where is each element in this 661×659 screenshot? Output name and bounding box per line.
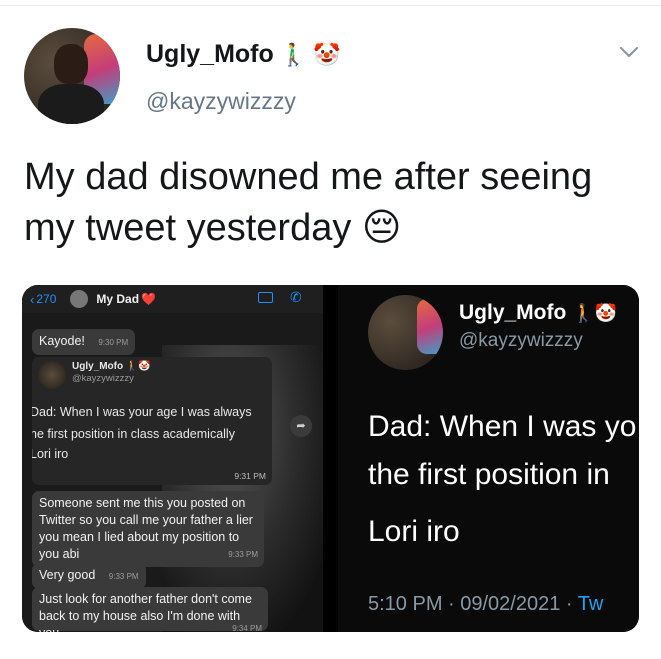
tweet-line-2-text: my tweet yesterday [24,207,352,249]
message-time: 9:33 PM [228,550,258,559]
chat-message: Kayode! 9:30 PM [32,329,136,355]
quoted-line-2: he first position in class academically [32,427,235,441]
heart-icon: ❤️ [141,292,157,306]
user-handle[interactable]: @kayzywizzzy [146,88,296,115]
video-call-icon [258,292,273,303]
message-text: Just look for another father don't come … [39,592,252,632]
screenshot-handle: @kayzywizzzy [459,330,583,351]
quoted-name-text: Ugly_Mofo [72,361,124,372]
quoted-handle: @kayzywizzzy [72,373,134,384]
tweet-text: My dad disowned me after seeing my tweet… [24,152,644,254]
tweet-line-1: My dad disowned me after seeing [24,156,593,198]
display-name-text: Ugly_Mofo [146,40,274,68]
quoted-name-emojis: 🚶🤡 [125,361,151,372]
contact-name: My Dad [96,292,140,306]
chevron-down-icon[interactable] [618,44,640,60]
name-emojis: 🚶‍♂️ 🤡 [279,41,341,67]
tweet-line-2: my tweet yesterday 😔 [24,203,644,254]
quoted-line-3: Lori iro [32,447,69,461]
quoted-time: 9:31 PM [234,471,266,481]
screenshot-meta: 5:10 PM · 09/02/2021 · Tw [368,593,603,616]
screenshot-tweet-text: Dad: When I was yo the first position in [368,403,639,499]
message-time: 9:33 PM [108,572,139,581]
back-count: 270 [36,292,57,306]
quoted-text: Dad: When I was your age I was always he… [32,401,270,445]
display-name[interactable]: Ugly_Mofo 🚶‍♂️ 🤡 [146,40,341,69]
screenshot-avatar-art [417,299,443,354]
quoted-avatar [38,361,66,389]
screenshot-display-name: Ugly_Mofo 🚶🤡 [459,301,617,325]
screenshot-name-text: Ugly_Mofo [459,301,567,324]
avatar-body [38,84,104,124]
chat-message: Just look for another father don't come … [32,587,268,632]
contact-avatar [70,290,89,308]
quoted-name: Ugly_Mofo 🚶🤡 [72,361,151,372]
quoted-line-1: Dad: When I was your age I was always [32,405,252,419]
screenshot-name-emojis: 🚶🤡 [572,303,617,323]
chat-message: Very good 9:33 PM [32,563,146,589]
pensive-emoji: 😔 [361,207,402,249]
avatar-head [54,44,88,84]
screenshot-avatar [368,295,443,370]
media-attachments[interactable]: ‹ 270 My Dad ❤️ ✆ Kayode! 9:30 PM Ugly_M… [22,285,639,632]
message-time: 9:30 PM [98,338,129,347]
screenshot-line-3: Lori iro [368,515,460,548]
phone-icon: ✆ [290,289,302,305]
back-icon: ‹ [30,291,35,307]
screenshot-line-2: the first position in [368,458,610,491]
tweet-screenshot-image[interactable]: Ugly_Mofo 🚶🤡 @kayzywizzzy Dad: When I wa… [338,285,639,632]
share-icon: ➦ [290,415,312,437]
quoted-tweet-card: Ugly_Mofo 🚶🤡 @kayzywizzzy Dad: When I wa… [32,357,272,485]
message-text: Very good [39,568,96,582]
screenshot-source: Tw [577,593,604,615]
screenshot-line-1: Dad: When I was yo [368,410,637,443]
chat-screenshot-image[interactable]: ‹ 270 My Dad ❤️ ✆ Kayode! 9:30 PM Ugly_M… [22,285,323,632]
top-divider [0,0,661,6]
screenshot-timestamp: 5:10 PM · 09/02/2021 · [368,593,578,615]
message-text: Kayode! [39,334,85,348]
chat-header: ‹ 270 My Dad ❤️ ✆ [22,285,323,313]
chat-message: Someone sent me this you posted on Twitt… [32,491,264,567]
message-time: 9:34 PM [232,624,262,632]
message-text: Someone sent me this you posted on Twitt… [39,496,253,561]
avatar[interactable] [24,28,120,124]
